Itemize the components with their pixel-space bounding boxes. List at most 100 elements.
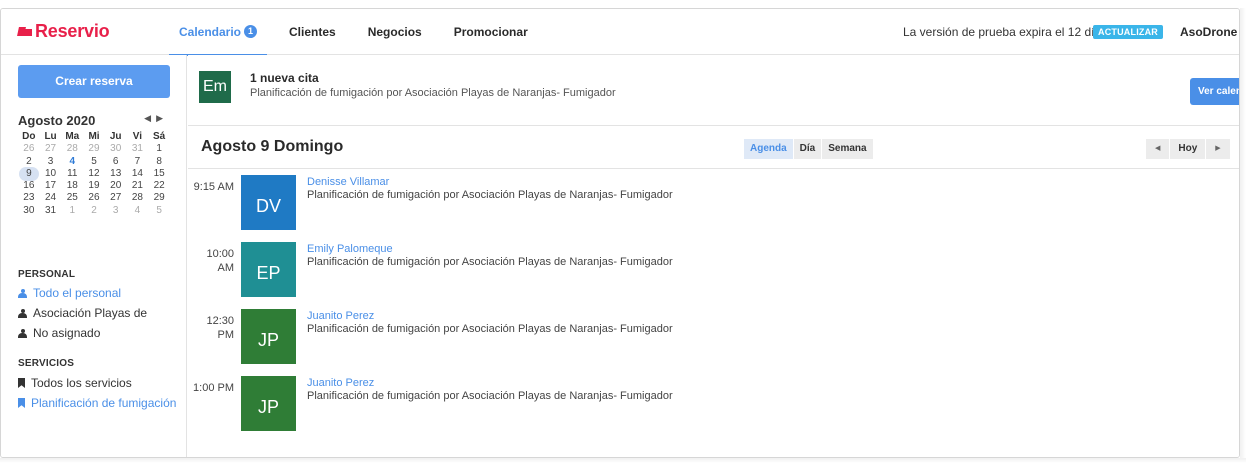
appointment-description: Planificación de fumigación por Asociaci… — [307, 189, 673, 201]
prev-day-icon[interactable]: ◀ — [1146, 139, 1171, 159]
appointment-time: 10:00 AM — [206, 248, 234, 274]
tab-agenda[interactable]: Agenda — [744, 139, 794, 159]
appointment-row[interactable]: 10:00 AM EP Emily Palomeque Planificación d… — [188, 239, 1239, 297]
calendar-day[interactable]: 10 — [40, 168, 62, 180]
mini-calendar-header: Agosto 2020 ◀▶ — [18, 113, 170, 129]
week-row: 16 17 18 19 20 21 22 — [18, 180, 170, 192]
calendar-day[interactable]: 22 — [148, 180, 170, 192]
person-icon — [18, 328, 27, 338]
calendar-day-number: 10 — [45, 167, 57, 179]
service-item-fumigacion[interactable]: Planificación de fumigación — [18, 396, 176, 410]
nav-negocios[interactable]: Negocios — [352, 9, 438, 55]
calendar-day[interactable]: 8 — [148, 156, 170, 168]
calendar-day[interactable]: 19 — [83, 180, 105, 192]
calendar-day[interactable]: 5 — [83, 156, 105, 168]
calendar-day[interactable]: 2 — [83, 205, 105, 217]
staff-item-unassigned[interactable]: No asignado — [18, 326, 100, 340]
bookmark-icon — [18, 378, 25, 388]
main-nav: Calendario 1 Clientes Negocios Promociona… — [163, 9, 544, 56]
today-button[interactable]: Hoy — [1170, 139, 1207, 159]
service-item-label: Planificación de fumigación — [31, 396, 177, 410]
nav-calendario[interactable]: Calendario 1 — [163, 9, 273, 56]
view-calendar-button[interactable]: Ver calendario — [1190, 78, 1239, 105]
calendar-day[interactable]: 12 — [83, 168, 105, 180]
calendar-day[interactable]: 13 — [105, 168, 127, 180]
main-content: Em 1 nueva cita Planificación de fumigac… — [188, 55, 1239, 457]
calendar-day[interactable]: 7 — [127, 156, 149, 168]
avatar: EP — [241, 242, 296, 297]
calendar-day[interactable]: 25 — [61, 192, 83, 204]
calendar-day[interactable]: 30 — [18, 205, 40, 217]
prev-month-icon[interactable]: ◀ — [144, 113, 156, 123]
create-reservation-button[interactable]: Crear reserva — [18, 65, 170, 98]
calendar-day-number: 31 — [45, 204, 57, 216]
nav-clientes[interactable]: Clientes — [273, 9, 352, 55]
tab-semana[interactable]: Semana — [822, 139, 874, 159]
nav-promocionar-label: Promocionar — [453, 25, 528, 39]
calendar-day-number: 30 — [23, 204, 35, 216]
staff-item-asociacion[interactable]: Asociación Playas de — [18, 306, 147, 320]
calendar-day-number: 4 — [69, 155, 76, 167]
calendar-day[interactable]: 9 — [18, 166, 40, 182]
appointment-description: Planificación de fumigación por Asociaci… — [307, 323, 673, 335]
calendar-day[interactable]: 28 — [127, 192, 149, 204]
appointment-row[interactable]: 12:30 PM JP Juanito Perez Planificación de … — [188, 306, 1239, 364]
calendar-day[interactable]: 3 — [40, 156, 62, 168]
calendar-day[interactable]: 17 — [40, 180, 62, 192]
weekday-label: Lu — [44, 131, 57, 142]
calendar-day[interactable]: 28 — [61, 143, 83, 155]
calendar-day[interactable]: 14 — [127, 168, 149, 180]
calendar-day[interactable]: 16 — [18, 180, 40, 192]
calendar-day[interactable]: 24 — [40, 192, 62, 204]
calendar-day[interactable]: 21 — [127, 180, 149, 192]
calendar-day[interactable]: 15 — [148, 168, 170, 180]
calendar-day[interactable]: 20 — [105, 180, 127, 192]
appointment-row[interactable]: 9:15 AM DV Denisse Villamar Planificación d… — [188, 172, 1239, 230]
calendar-day[interactable]: 26 — [18, 143, 40, 155]
calendar-day[interactable]: 29 — [83, 143, 105, 155]
calendar-day[interactable]: 6 — [105, 156, 127, 168]
calendar-day[interactable]: 1 — [61, 205, 83, 217]
nav-negocios-label: Negocios — [367, 25, 422, 39]
calendar-day[interactable]: 27 — [105, 192, 127, 204]
calendar-day[interactable]: 29 — [148, 192, 170, 204]
calendar-day[interactable]: 3 — [105, 205, 127, 217]
client-name-link[interactable]: Juanito Perez — [307, 377, 374, 389]
nav-promocionar[interactable]: Promocionar — [438, 9, 544, 55]
calendar-day[interactable]: 23 — [18, 192, 40, 204]
calendar-day[interactable]: 4 — [127, 205, 149, 217]
calendar-day-number: 30 — [110, 143, 122, 155]
calendar-day[interactable]: 31 — [40, 205, 62, 217]
calendar-day[interactable]: 26 — [83, 192, 105, 204]
calendar-day[interactable]: 1 — [148, 143, 170, 155]
next-month-icon[interactable]: ▶ — [156, 113, 168, 123]
person-icon — [18, 288, 27, 298]
staff-item-all[interactable]: Todo el personal — [18, 286, 121, 300]
calendar-day-number: 16 — [23, 180, 35, 192]
week-row: 30 31 1 2 3 4 5 — [18, 205, 170, 217]
client-name-link[interactable]: Juanito Perez — [307, 310, 374, 322]
upgrade-button[interactable]: ACTUALIZAR — [1093, 25, 1163, 39]
calendar-day[interactable]: 18 — [61, 180, 83, 192]
calendar-day-number: 9 — [26, 167, 32, 179]
appointment-row[interactable]: 1:00 PM JP Juanito Perez Planificación de f… — [188, 373, 1239, 431]
account-menu[interactable]: AsoDrone — [1180, 25, 1237, 39]
calendar-day[interactable]: 11 — [61, 168, 83, 180]
calendar-day[interactable]: 30 — [105, 143, 127, 155]
client-name-link[interactable]: Emily Palomeque — [307, 243, 393, 255]
calendar-day[interactable]: 4 — [61, 156, 83, 168]
client-name-link[interactable]: Denisse Villamar — [307, 176, 389, 188]
next-day-icon[interactable]: ▶ — [1206, 139, 1231, 159]
calendar-day[interactable]: 31 — [127, 143, 149, 155]
logo[interactable]: Reservio — [17, 21, 110, 42]
window-shadow — [0, 458, 1246, 463]
calendar-day-number: 26 — [88, 192, 100, 204]
calendar-day[interactable]: 2 — [18, 156, 40, 168]
avatar: JP — [241, 309, 296, 364]
calendar-day[interactable]: 5 — [148, 205, 170, 217]
service-item-all[interactable]: Todos los servicios — [18, 376, 132, 390]
calendar-day-number: 6 — [112, 155, 119, 167]
calendar-day[interactable]: 27 — [40, 143, 62, 155]
calendar-day-number: 2 — [26, 155, 32, 167]
tab-dia[interactable]: Día — [793, 139, 823, 159]
